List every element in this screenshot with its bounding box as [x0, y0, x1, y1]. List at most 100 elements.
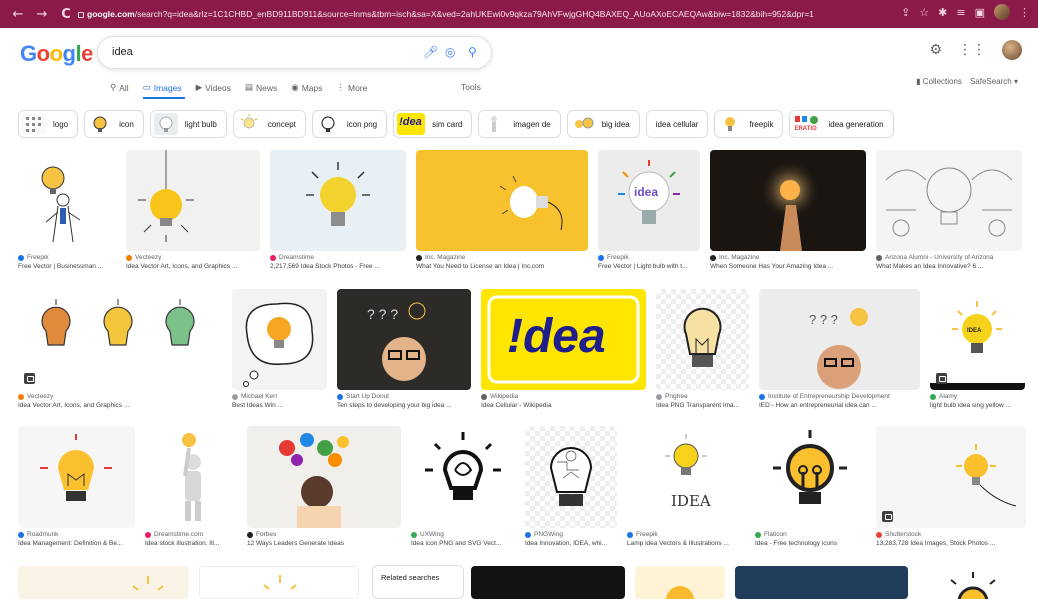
search-icon[interactable]: ⚲: [468, 45, 477, 59]
image-result[interactable]: Michael Kerr Best Ideas Win ...: [232, 289, 327, 409]
result-caption[interactable]: Idea - Free technology icons: [755, 540, 866, 547]
result-thumbnail[interactable]: idea: [598, 150, 700, 251]
result-caption[interactable]: Idea Management: Definition & Be...: [18, 540, 135, 547]
result-thumbnail[interactable]: ? ? ?: [337, 289, 471, 390]
result-thumbnail[interactable]: [18, 289, 222, 390]
result-thumbnail[interactable]: [710, 150, 866, 251]
result-thumbnail[interactable]: [199, 566, 359, 599]
result-caption[interactable]: Ten steps to developing your big idea ..…: [337, 402, 471, 409]
chip-light-bulb[interactable]: light bulb: [149, 110, 227, 138]
result-thumbnail[interactable]: [270, 150, 406, 251]
tab-maps[interactable]: ◉ Maps: [291, 82, 322, 93]
chip-big-idea[interactable]: big idea: [566, 110, 640, 138]
result-thumbnail[interactable]: [18, 150, 116, 251]
result-caption[interactable]: Lamp idea Vectors & Illustrations ...: [627, 540, 745, 547]
image-result[interactable]: IDEA Freepik Lamp idea Vectors & Illustr…: [627, 426, 745, 547]
search-input[interactable]: idea: [112, 46, 133, 58]
result-thumbnail[interactable]: [247, 426, 401, 528]
chip-idea-generation[interactable]: ERATIO idea generation: [789, 110, 894, 138]
search-box[interactable]: idea 🎤︎ ◎ ⚲: [97, 36, 492, 69]
image-result[interactable]: IDEA Alamy light bulb idea sing yellow .…: [930, 289, 1025, 409]
chip-idea-cellular[interactable]: idea cellular: [645, 110, 709, 138]
result-caption[interactable]: Idea stock illustration. Ill...: [145, 540, 237, 547]
image-result[interactable]: ? ? ? Institute of Entrepreneurship Deve…: [759, 289, 920, 409]
result-thumbnail[interactable]: [755, 426, 866, 528]
tab-all[interactable]: ⚲ All: [110, 82, 129, 93]
result-caption[interactable]: Best Ideas Win ...: [232, 402, 327, 409]
result-caption[interactable]: 13,283,728 Idea Images, Stock Photos ...: [876, 540, 1026, 547]
image-result[interactable]: Roadmunk Idea Management: Definition & B…: [18, 426, 135, 547]
result-caption[interactable]: Idea Innovation, IDEA, whi...: [525, 540, 617, 547]
result-thumbnail[interactable]: [735, 566, 908, 599]
image-result[interactable]: ? ? ? Start Up Donut Ten steps to develo…: [337, 289, 471, 409]
chip-icon[interactable]: icon: [84, 110, 144, 138]
user-avatar[interactable]: [1002, 40, 1022, 60]
tab-videos[interactable]: ▶ Videos: [196, 82, 231, 93]
result-thumbnail[interactable]: [18, 566, 189, 599]
tab-news[interactable]: ▤ News: [245, 82, 277, 93]
result-thumbnail[interactable]: [635, 566, 725, 599]
image-result[interactable]: !dea Wikipedia Idea Cellular - Wikipedia: [481, 289, 646, 409]
result-thumbnail[interactable]: [126, 150, 260, 251]
chip-freepik[interactable]: freepik: [714, 110, 784, 138]
profile-avatar[interactable]: [994, 4, 1010, 20]
tab-images[interactable]: ▭ Images: [143, 82, 182, 93]
result-caption[interactable]: Idea icon PNG and SVG Vect...: [411, 540, 515, 547]
result-caption[interactable]: 12 Ways Leaders Generate Ideas: [247, 540, 401, 547]
image-result[interactable]: Flaticon Idea - Free technology icons: [755, 426, 866, 547]
image-result[interactable]: Forbes 12 Ways Leaders Generate Ideas: [247, 426, 401, 547]
result-thumbnail[interactable]: [232, 289, 327, 390]
result-thumbnail[interactable]: [918, 566, 1028, 599]
collections-link[interactable]: ▮ Collections: [916, 77, 962, 86]
result-caption[interactable]: Idea Vector Art, Icons, and Graphics ...: [126, 263, 260, 270]
star-icon[interactable]: ☆: [919, 6, 929, 19]
safesearch-dropdown[interactable]: SafeSearch ▾: [970, 77, 1018, 86]
result-thumbnail[interactable]: [411, 426, 515, 528]
result-thumbnail[interactable]: [145, 426, 237, 528]
result-caption[interactable]: Free Vector | Businessman ...: [18, 263, 116, 270]
image-result[interactable]: Pngtree Idea PNG Transparent Ima...: [656, 289, 749, 409]
result-thumbnail[interactable]: [525, 426, 617, 528]
image-result[interactable]: Arizona Alumni - University of Arizona W…: [876, 150, 1022, 270]
tab-more[interactable]: ⋮ More: [337, 82, 368, 93]
image-result[interactable]: Inc. Magazine When Someone Has Your Amaz…: [710, 150, 866, 270]
result-thumbnail[interactable]: IDEA: [930, 289, 1025, 390]
result-caption[interactable]: What Makes an Idea Innovative? 6 ...: [876, 263, 1022, 270]
reading-list-icon[interactable]: ≡: [956, 6, 965, 19]
result-caption[interactable]: Idea PNG Transparent Ima...: [656, 402, 749, 409]
image-result[interactable]: idea Freepik Free Vector | Light bulb wi…: [598, 150, 700, 270]
result-caption[interactable]: What You Need to License an Idea | Inc.c…: [416, 263, 588, 270]
image-result[interactable]: Shutterstock 13,283,728 Idea Images, Sto…: [876, 426, 1026, 547]
result-caption[interactable]: 2,217,569 Idea Stock Photos - Free ...: [270, 263, 406, 270]
result-thumbnail[interactable]: !dea: [481, 289, 646, 390]
image-result[interactable]: Dreamstime.com Idea stock illustration. …: [145, 426, 237, 547]
share-icon[interactable]: ⇪: [901, 6, 910, 19]
image-result[interactable]: Vecteezy Idea Vector Art, Icons, and Gra…: [18, 289, 222, 409]
image-result[interactable]: Inc. Magazine What You Need to License a…: [416, 150, 588, 270]
back-button[interactable]: ←: [8, 7, 28, 22]
lens-icon[interactable]: ◎: [445, 45, 455, 59]
settings-gear-icon[interactable]: ⚙: [929, 42, 942, 58]
reload-button[interactable]: C: [56, 7, 76, 22]
result-caption[interactable]: IED - How an entrepreneurial idea can ..…: [759, 402, 920, 409]
result-thumbnail[interactable]: [876, 150, 1022, 251]
result-thumbnail[interactable]: [416, 150, 588, 251]
mic-icon[interactable]: 🎤︎: [423, 45, 438, 59]
google-logo[interactable]: Google: [20, 41, 93, 67]
result-caption[interactable]: Idea Vector Art, Icons, and Graphics ...: [18, 402, 222, 409]
extensions-icon[interactable]: ✱: [938, 6, 947, 19]
image-result[interactable]: PNGWing Idea Innovation, IDEA, whi...: [525, 426, 617, 547]
result-thumbnail[interactable]: [471, 566, 625, 599]
chip-icon-png[interactable]: icon png: [311, 110, 388, 138]
result-thumbnail[interactable]: [876, 426, 1026, 528]
result-caption[interactable]: When Someone Has Your Amazing Idea ...: [710, 263, 866, 270]
chip-concept[interactable]: concept: [232, 110, 306, 138]
result-caption[interactable]: light bulb idea sing yellow ...: [930, 402, 1025, 409]
image-result[interactable]: Freepik Free Vector | Businessman ...: [18, 150, 116, 270]
chip-sim-card[interactable]: !dea sim card: [393, 110, 473, 138]
image-result[interactable]: Dreamstime 2,217,569 Idea Stock Photos -…: [270, 150, 406, 270]
chrome-menu-icon[interactable]: ⋮: [1019, 6, 1030, 19]
chip-imagen-de[interactable]: imagen de: [478, 110, 561, 138]
forward-button[interactable]: →: [32, 7, 52, 22]
result-thumbnail[interactable]: ? ? ?: [759, 289, 920, 390]
